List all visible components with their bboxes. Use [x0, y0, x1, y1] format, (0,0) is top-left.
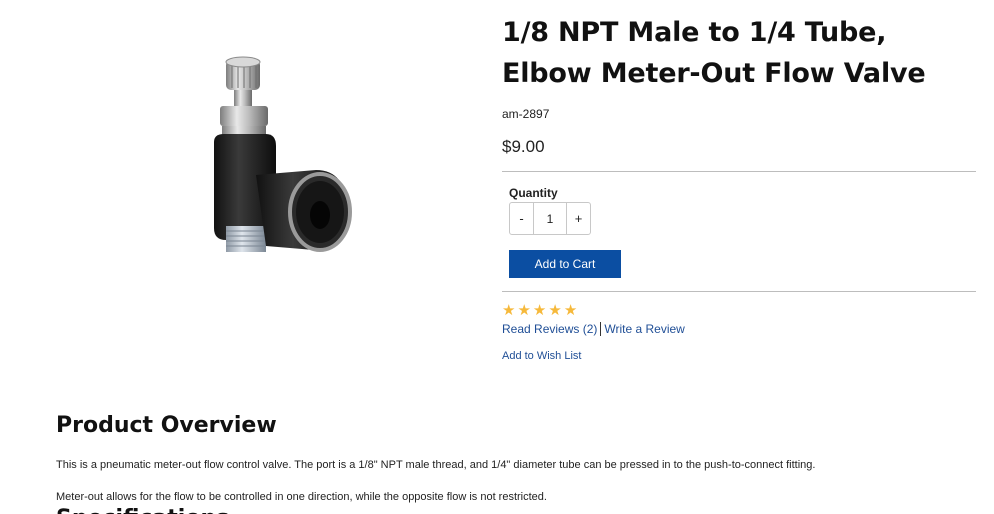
product-price: $9.00 [502, 137, 545, 156]
star-icon: ★ [532, 302, 547, 319]
rating-stars: ★ ★ ★ ★ ★ [502, 303, 577, 319]
star-icon: ★ [548, 302, 562, 319]
star-icon: ★ [563, 302, 578, 319]
divider [502, 171, 976, 172]
product-page: 1/8 NPT Male to 1/4 Tube, Elbow Meter-Ou… [0, 0, 994, 514]
read-reviews-link[interactable]: Read Reviews (2) [502, 322, 597, 336]
overview-paragraph: This is a pneumatic meter-out flow contr… [56, 459, 816, 471]
product-title: 1/8 NPT Male to 1/4 Tube, Elbow Meter-Ou… [502, 17, 926, 89]
overview-paragraph: Meter-out allows for the flow to be cont… [56, 491, 547, 503]
product-image [214, 56, 352, 252]
quantity-label: Quantity [509, 186, 558, 200]
add-to-cart-button[interactable]: Add to Cart [509, 250, 621, 278]
overview-heading: Product Overview [56, 413, 277, 438]
review-links: Read Reviews (2) Write a Review [502, 322, 685, 336]
add-to-wishlist-link[interactable]: Add to Wish List [502, 350, 581, 362]
quantity-decrement-button[interactable]: - [510, 203, 533, 234]
write-review-link[interactable]: Write a Review [604, 322, 684, 336]
specifications-heading: Specifications [56, 506, 256, 514]
link-separator [600, 322, 602, 336]
quantity-input[interactable]: 1 [533, 203, 567, 234]
star-icon: ★ [502, 302, 516, 319]
quantity-increment-button[interactable]: + [567, 203, 590, 234]
quantity-stepper: - 1 + [509, 202, 591, 235]
star-icon: ★ [517, 302, 531, 319]
product-sku: am-2897 [502, 107, 550, 121]
divider [502, 291, 976, 292]
